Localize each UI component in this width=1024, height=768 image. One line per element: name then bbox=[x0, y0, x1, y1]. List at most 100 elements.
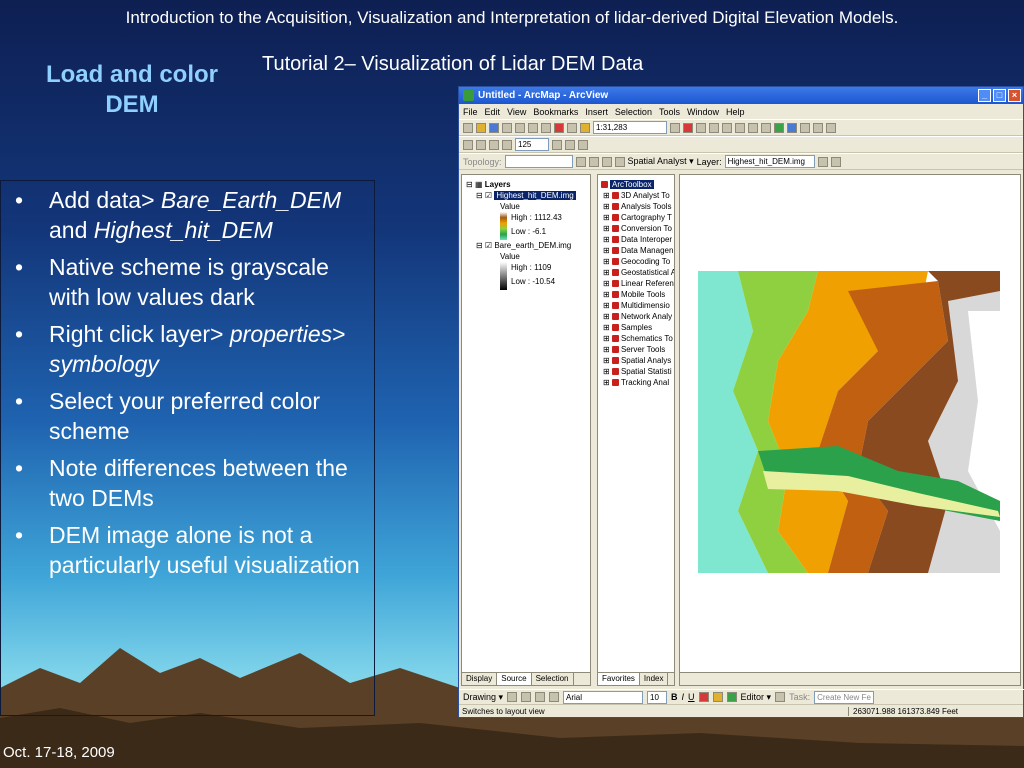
italic-icon[interactable]: I bbox=[682, 692, 685, 702]
maximize-icon[interactable]: □ bbox=[993, 89, 1006, 102]
save-icon[interactable] bbox=[489, 122, 499, 133]
paste-icon[interactable] bbox=[541, 122, 551, 133]
layer-combo[interactable]: Highest_hit_DEM.img bbox=[724, 155, 815, 168]
toolbox-item[interactable]: ⊞ Multidimensio bbox=[601, 300, 674, 311]
zoom-percent-combo[interactable]: 125 bbox=[515, 138, 549, 151]
toolbox-item[interactable]: ⊞ Server Tools bbox=[601, 344, 674, 355]
zoom-out-icon[interactable] bbox=[748, 122, 758, 133]
toolbox-item[interactable]: ⊞ Tracking Anal bbox=[601, 377, 674, 388]
select-elements-icon[interactable] bbox=[507, 692, 518, 702]
topology-edit-icon[interactable] bbox=[575, 156, 586, 167]
tab-index[interactable]: Index bbox=[640, 673, 669, 685]
topology-combo[interactable] bbox=[504, 155, 573, 168]
font-size-combo[interactable]: 10 bbox=[647, 690, 668, 704]
toc-layer-highest-hit[interactable]: ⊟ ☑ Highest_hit_DEM.img bbox=[466, 190, 576, 201]
measure-icon[interactable] bbox=[826, 122, 836, 133]
tab-source[interactable]: Source bbox=[497, 673, 532, 685]
close-icon[interactable]: × bbox=[1008, 89, 1021, 102]
new-document-icon[interactable] bbox=[463, 122, 473, 133]
layers-folder-icon: ▦ bbox=[474, 180, 483, 189]
toolbox-item[interactable]: ⊞ Spatial Statisti bbox=[601, 366, 674, 377]
task-combo[interactable]: Create New Fe bbox=[814, 690, 875, 704]
bold-icon[interactable]: B bbox=[671, 692, 678, 702]
toolbox-item[interactable]: ⊞ Samples bbox=[601, 322, 674, 333]
toggle-draft-icon[interactable] bbox=[552, 139, 562, 150]
toolbox-item[interactable]: ⊞ Network Analy bbox=[601, 311, 674, 322]
line-color-icon[interactable] bbox=[726, 692, 737, 702]
text-icon[interactable] bbox=[549, 692, 560, 702]
help-icon[interactable] bbox=[709, 122, 719, 133]
page-zoom-out-icon[interactable] bbox=[502, 139, 512, 150]
toolbox-item[interactable]: ⊞ Mobile Tools bbox=[601, 289, 674, 300]
toolbox-item[interactable]: ⊞ Schematics To bbox=[601, 333, 674, 344]
menu-bookmarks[interactable]: Bookmarks bbox=[533, 107, 578, 117]
spatial-analyst-menu[interactable]: Spatial Analyst ▾ bbox=[628, 156, 694, 167]
page-pan-icon[interactable] bbox=[489, 139, 499, 150]
topology-errors-icon[interactable] bbox=[614, 156, 625, 167]
rectangle-icon[interactable] bbox=[535, 692, 546, 702]
command-line-icon[interactable] bbox=[696, 122, 706, 133]
change-layout-icon[interactable] bbox=[578, 139, 588, 150]
find-icon[interactable] bbox=[813, 122, 823, 133]
drawing-menu[interactable]: Drawing ▾ bbox=[463, 692, 503, 703]
menu-view[interactable]: View bbox=[507, 107, 526, 117]
fixed-zoom-icon[interactable] bbox=[761, 122, 771, 133]
pan-icon[interactable] bbox=[722, 122, 732, 133]
toolbox-item[interactable]: ⊞ Geostatistical A bbox=[601, 267, 674, 278]
menu-edit[interactable]: Edit bbox=[485, 107, 501, 117]
window-titlebar[interactable]: Untitled - ArcMap - ArcView _ □ × bbox=[459, 87, 1023, 104]
tab-selection[interactable]: Selection bbox=[532, 673, 574, 685]
menu-file[interactable]: File bbox=[463, 107, 478, 117]
toolbox-item[interactable]: ⊞ 3D Analyst To bbox=[601, 190, 674, 201]
menu-window[interactable]: Window bbox=[687, 107, 719, 117]
tab-display[interactable]: Display bbox=[462, 673, 498, 685]
layout-icon[interactable] bbox=[463, 139, 473, 150]
georef-icon[interactable] bbox=[830, 156, 841, 167]
rotate-icon[interactable] bbox=[521, 692, 532, 702]
cut-icon[interactable] bbox=[515, 122, 525, 133]
toolbox-item[interactable]: ⊞ Analysis Tools bbox=[601, 201, 674, 212]
copy-icon[interactable] bbox=[528, 122, 538, 133]
menu-insert[interactable]: Insert bbox=[585, 107, 608, 117]
tab-favorites[interactable]: Favorites bbox=[598, 673, 640, 685]
topology-validate-icon[interactable] bbox=[588, 156, 599, 167]
toolbox-item[interactable]: ⊞ Spatial Analys bbox=[601, 355, 674, 366]
page-zoom-icon[interactable] bbox=[476, 139, 486, 150]
toolbox-item[interactable]: ⊞ Cartography T bbox=[601, 212, 674, 223]
map-scale-combo[interactable]: 1:31,283 bbox=[593, 121, 667, 134]
toolbox-item[interactable]: ⊞ Data Interoper bbox=[601, 234, 674, 245]
zoom-in-icon[interactable] bbox=[735, 122, 745, 133]
print-icon[interactable] bbox=[502, 122, 512, 133]
topology-fix-icon[interactable] bbox=[601, 156, 612, 167]
arctoolbox-icon[interactable] bbox=[683, 122, 693, 133]
focus-frame-icon[interactable] bbox=[565, 139, 575, 150]
toc-root[interactable]: ⊟ ▦ Layers bbox=[466, 179, 576, 190]
map-horizontal-scrollbar[interactable] bbox=[680, 672, 1020, 685]
toolbox-item[interactable]: ⊞ Geocoding To bbox=[601, 256, 674, 267]
menu-tools[interactable]: Tools bbox=[659, 107, 680, 117]
toolbox-root[interactable]: ArcToolbox bbox=[601, 179, 674, 190]
toolbox-item[interactable]: ⊞ Conversion To bbox=[601, 223, 674, 234]
menu-selection[interactable]: Selection bbox=[615, 107, 652, 117]
delete-icon[interactable] bbox=[554, 122, 564, 133]
editor-menu[interactable]: Editor ▾ bbox=[741, 692, 772, 703]
map-display[interactable] bbox=[679, 174, 1021, 686]
undo-icon[interactable] bbox=[567, 122, 577, 133]
identify-icon[interactable] bbox=[787, 122, 797, 133]
menu-help[interactable]: Help bbox=[726, 107, 745, 117]
toc-layer-bare-earth[interactable]: ⊟ ☑ Bare_earth_DEM.img bbox=[466, 240, 576, 251]
full-extent-icon[interactable] bbox=[774, 122, 784, 133]
toolbox-item[interactable]: ⊞ Linear Referen bbox=[601, 278, 674, 289]
font-combo[interactable]: Arial bbox=[563, 690, 644, 704]
open-folder-icon[interactable] bbox=[476, 122, 486, 133]
font-color-icon[interactable] bbox=[698, 692, 709, 702]
add-data-icon[interactable] bbox=[580, 122, 590, 133]
edit-tool-icon[interactable] bbox=[775, 692, 786, 702]
underline-icon[interactable]: U bbox=[688, 692, 695, 702]
select-icon[interactable] bbox=[800, 122, 810, 133]
histogram-icon[interactable] bbox=[817, 156, 828, 167]
minimize-icon[interactable]: _ bbox=[978, 89, 991, 102]
toolbox-item[interactable]: ⊞ Data Managen bbox=[601, 245, 674, 256]
fill-color-icon[interactable] bbox=[712, 692, 723, 702]
editor-toolbar-icon[interactable] bbox=[670, 122, 680, 133]
